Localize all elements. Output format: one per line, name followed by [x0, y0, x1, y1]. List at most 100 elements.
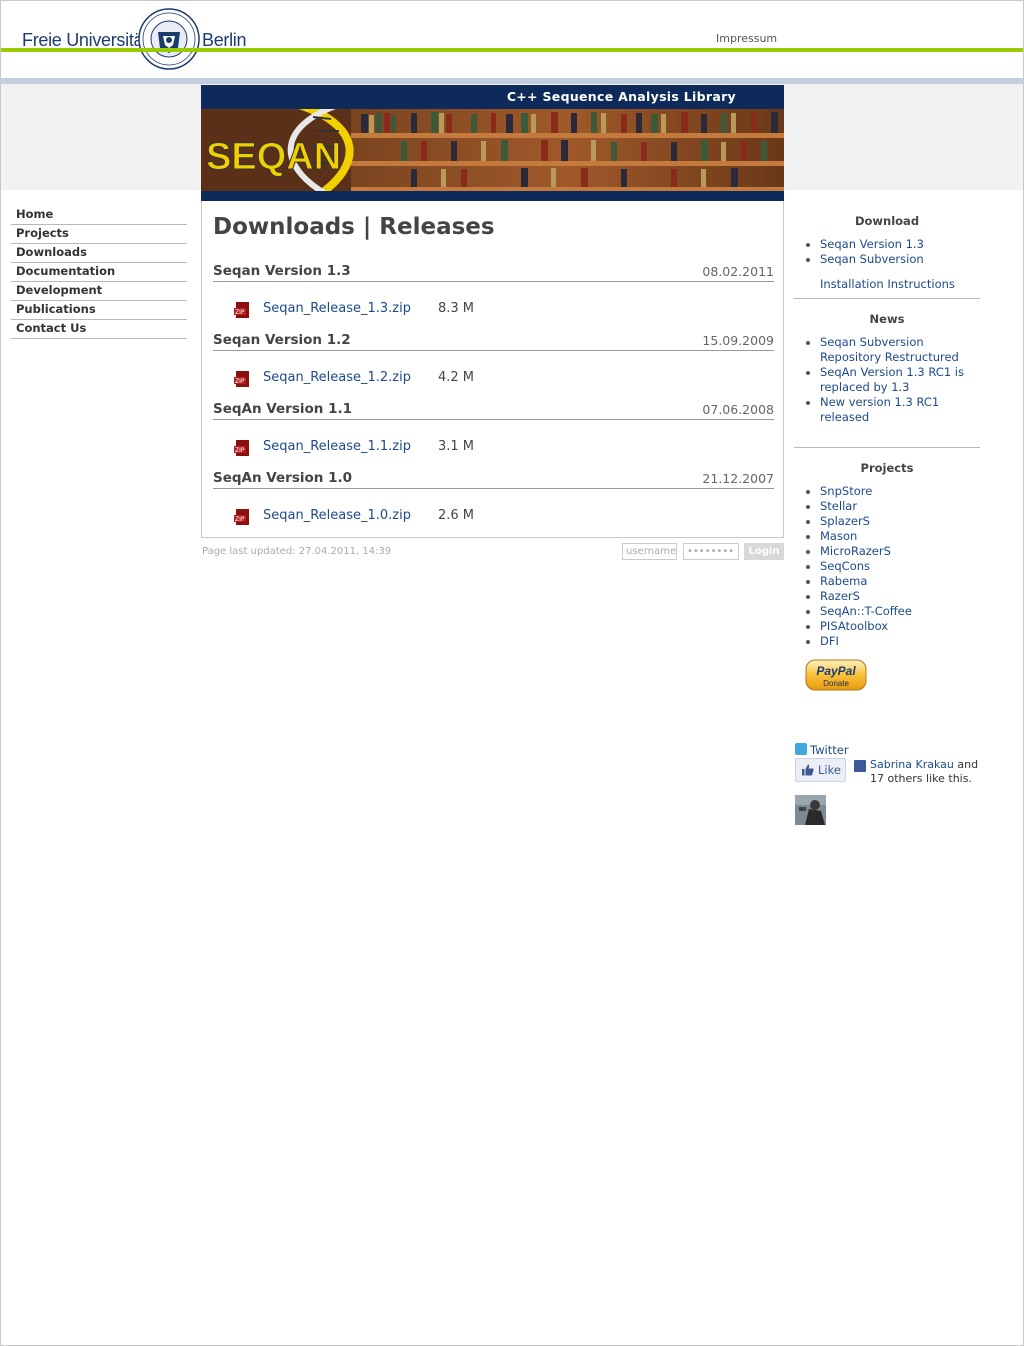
file-size: 3.1 M [438, 439, 475, 454]
release-entry: Seqan Version 1.2 15.09.2009 ZIP Seqan_R… [213, 332, 774, 399]
release-entry: SeqAn Version 1.0 21.12.2007 ZIP Seqan_R… [213, 470, 774, 537]
twitter-label: Twitter [810, 743, 849, 757]
svg-text:PayPal: PayPal [816, 664, 856, 678]
release-name: SeqAn Version 1.0 [213, 470, 352, 486]
svg-text:Donate: Donate [823, 679, 849, 688]
download-item-seqan-1-3[interactable]: Seqan Version 1.3 [806, 237, 980, 252]
svg-text:ZIP: ZIP [235, 516, 245, 523]
release-header: SeqAn Version 1.0 21.12.2007 [213, 470, 774, 489]
release-name: SeqAn Version 1.1 [213, 401, 352, 417]
nav-item-documentation[interactable]: Documentation [11, 263, 187, 282]
top-header: Freie Universität Berlin Impressum [1, 1, 1023, 70]
zip-file-icon: ZIP [234, 302, 249, 318]
facebook-friend-avatar[interactable] [795, 795, 826, 825]
nav-item-home[interactable]: Home [11, 206, 187, 225]
header-green-rule [1, 48, 1023, 52]
release-entry: SeqAn Version 1.1 07.06.2008 ZIP Seqan_R… [213, 401, 774, 468]
installation-instructions-link[interactable]: Installation Instructions [794, 277, 980, 298]
nav-item-projects[interactable]: Projects [11, 225, 187, 244]
twitter-link[interactable]: Twitter [795, 743, 849, 757]
news-item[interactable]: Seqan Subversion Repository Restructured [806, 335, 980, 365]
zip-file-icon: ZIP [234, 371, 249, 387]
news-item[interactable]: SeqAn Version 1.3 RC1 is replaced by 1.3 [806, 365, 980, 395]
main-content: Downloads | Releases Seqan Version 1.3 0… [201, 201, 784, 538]
zip-file-icon: ZIP [234, 440, 249, 456]
banner-title: C++ Sequence Analysis Library [506, 89, 736, 104]
projects-heading: Projects [860, 461, 914, 475]
release-file-row: ZIP Seqan_Release_1.0.zip 2.6 M [213, 489, 774, 537]
download-link[interactable]: Seqan_Release_1.1.zip [263, 439, 411, 454]
project-item-stellar[interactable]: Stellar [806, 499, 980, 514]
release-name: Seqan Version 1.2 [213, 332, 351, 348]
project-item-microrazers[interactable]: MicroRazerS [806, 544, 980, 559]
download-list: Seqan Version 1.3 Seqan Subversion [794, 237, 980, 267]
project-item-dfi[interactable]: DFI [806, 634, 980, 649]
release-date: 15.09.2009 [702, 333, 774, 348]
release-file-row: ZIP Seqan_Release_1.1.zip 3.1 M [213, 420, 774, 468]
facebook-friend-link[interactable]: Sabrina Krakau [870, 758, 954, 771]
release-date: 07.06.2008 [702, 402, 774, 417]
svg-text:ZIP: ZIP [235, 309, 245, 316]
release-header: Seqan Version 1.2 15.09.2009 [213, 332, 774, 351]
impressum-link[interactable]: Impressum [716, 32, 777, 45]
release-date: 21.12.2007 [702, 471, 774, 486]
zip-file-icon: ZIP [234, 509, 249, 525]
login-button[interactable]: Login [744, 543, 784, 560]
download-item-subversion[interactable]: Seqan Subversion [806, 252, 980, 267]
release-header: SeqAn Version 1.1 07.06.2008 [213, 401, 774, 420]
release-entry: Seqan Version 1.3 08.02.2011 ZIP Seqan_R… [213, 263, 774, 330]
svg-text:ZIP: ZIP [235, 447, 245, 454]
project-item-seqcons[interactable]: SeqCons [806, 559, 980, 574]
paypal-donate-button[interactable]: PayPal Donate [805, 659, 867, 691]
nav-item-downloads[interactable]: Downloads [11, 244, 187, 263]
like-label: Like [818, 763, 841, 777]
svg-text:ZIP: ZIP [235, 378, 245, 385]
release-file-row: ZIP Seqan_Release_1.3.zip 8.3 M [213, 282, 774, 330]
page-last-updated: Page last updated: 27.04.2011, 14:39 [202, 546, 392, 557]
news-item[interactable]: New version 1.3 RC1 released [806, 395, 980, 425]
username-input[interactable]: username [622, 543, 677, 560]
facebook-social-text: Sabrina Krakau and 17 others like this. [870, 758, 982, 786]
facebook-others: 17 others like this. [870, 772, 972, 785]
seqan-banner: C++ Sequence Analysis Library SEQAN [201, 85, 784, 201]
facebook-and: and [957, 758, 979, 771]
project-item-snpstore[interactable]: SnpStore [806, 484, 980, 499]
project-item-pisatoolbox[interactable]: PISAtoolbox [806, 619, 980, 634]
project-item-razers[interactable]: RazerS [806, 589, 980, 604]
projects-list: SnpStore Stellar SplazerS Mason MicroRaz… [794, 484, 980, 649]
seqan-library-banner-image: SEQAN [201, 109, 784, 191]
nav-item-contact-us[interactable]: Contact Us [11, 320, 187, 339]
project-item-splazers[interactable]: SplazerS [806, 514, 980, 529]
release-name: Seqan Version 1.3 [213, 263, 351, 279]
sidebar-divider [794, 447, 980, 448]
project-item-rabema[interactable]: Rabema [806, 574, 980, 589]
password-input[interactable]: •••••••• [683, 543, 739, 560]
file-size: 2.6 M [438, 508, 475, 523]
facebook-icon [854, 760, 866, 772]
project-item-mason[interactable]: Mason [806, 529, 980, 544]
facebook-like-button[interactable]: Like [795, 758, 846, 782]
release-file-row: ZIP Seqan_Release_1.2.zip 4.2 M [213, 351, 774, 399]
news-list: Seqan Subversion Repository Restructured… [794, 335, 980, 447]
thumbs-up-icon [802, 764, 814, 776]
seqan-logo-text: SEQAN [206, 136, 341, 178]
left-navigation: Home Projects Downloads Documentation De… [11, 206, 187, 339]
download-heading: Download [854, 214, 920, 228]
page-title: Downloads | Releases [213, 214, 495, 240]
download-link[interactable]: Seqan_Release_1.2.zip [263, 370, 411, 385]
banner-bottom-strip [201, 191, 784, 201]
sidebar-divider [794, 298, 980, 299]
university-seal-icon [138, 8, 200, 70]
project-item-t-coffee[interactable]: SeqAn::T-Coffee [806, 604, 980, 619]
fu-berlin-logo[interactable]: Freie Universität Berlin [22, 8, 247, 70]
news-heading: News [869, 312, 905, 326]
file-size: 4.2 M [438, 370, 475, 385]
release-date: 08.02.2011 [702, 264, 774, 279]
right-sidebar: Download Seqan Version 1.3 Seqan Subvers… [794, 206, 980, 649]
download-link[interactable]: Seqan_Release_1.3.zip [263, 301, 411, 316]
twitter-icon [795, 743, 807, 755]
nav-item-publications[interactable]: Publications [11, 301, 187, 320]
download-link[interactable]: Seqan_Release_1.0.zip [263, 508, 411, 523]
release-header: Seqan Version 1.3 08.02.2011 [213, 263, 774, 282]
nav-item-development[interactable]: Development [11, 282, 187, 301]
